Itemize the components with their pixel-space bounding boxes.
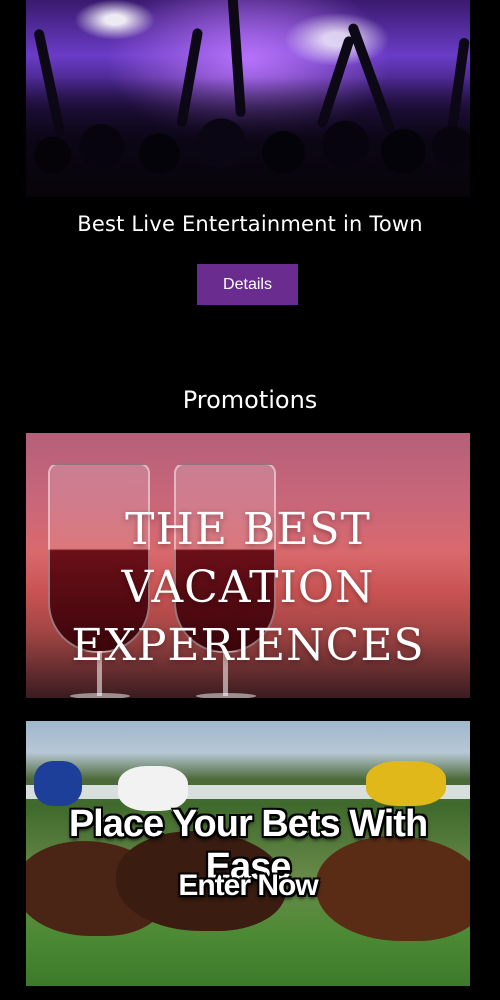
promo-banner-vacation[interactable]: THE BEST VACATION EXPERIENCES: [26, 433, 470, 698]
promotions-heading: Promotions: [182, 386, 318, 414]
promo-banner-betting[interactable]: Place Your Bets With Ease Enter Now: [26, 721, 470, 986]
promo-vacation-line1: THE BEST VACATION: [121, 504, 375, 613]
promo-vacation-text: THE BEST VACATION EXPERIENCES: [26, 501, 470, 675]
details-button[interactable]: Details: [197, 264, 298, 305]
hero-title: Best Live Entertainment in Town: [77, 212, 423, 236]
concert-crowd-image: [26, 0, 470, 197]
crowd-silhouettes: [26, 77, 470, 197]
promo-vacation-line2: EXPERIENCES: [71, 620, 425, 671]
enter-now-link[interactable]: Enter Now: [26, 869, 470, 903]
